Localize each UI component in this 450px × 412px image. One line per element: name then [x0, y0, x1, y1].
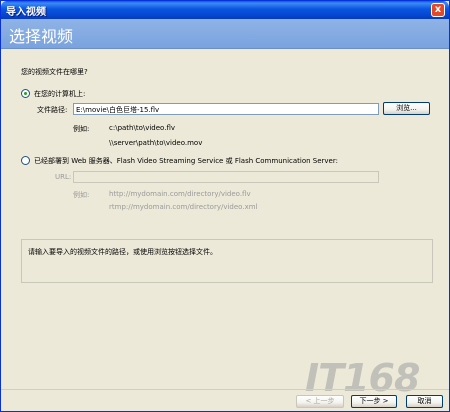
back-label: < 上一步	[305, 397, 335, 405]
page-title: 选择视频	[9, 27, 74, 46]
local-example-label: 例如:	[73, 125, 90, 133]
file-path-value: E:\movie\白色巨塔-15.flv	[76, 106, 160, 114]
info-message: 请输入要导入的视频文件的路径，或使用浏览按钮选择文件。	[28, 248, 217, 256]
next-label: 下一步 >	[359, 397, 389, 405]
title-bar[interactable]: 导入视频 x	[1, 1, 449, 19]
radio-local-computer[interactable]	[21, 89, 30, 98]
cancel-button[interactable]: 取消	[406, 395, 443, 408]
url-label: URL:	[55, 173, 72, 181]
local-example-2: \\server\path\to\video.mov	[109, 139, 203, 147]
watermark-logo: IT168	[305, 356, 420, 400]
window-title: 导入视频	[6, 7, 46, 18]
radio-web-label[interactable]: 已经部署到 Web 服务器、Flash Video Streaming Serv…	[34, 156, 338, 166]
web-example-2: rtmp://mydomain.com/directory/video.xml	[109, 203, 258, 211]
back-button[interactable]: < 上一步	[296, 395, 344, 408]
cancel-label: 取消	[417, 397, 432, 405]
file-path-label: 文件路径:	[37, 106, 68, 114]
location-question: 您的视频文件在哪里?	[21, 68, 88, 76]
file-path-input[interactable]: E:\movie\白色巨塔-15.flv	[73, 103, 379, 115]
radio-local-label[interactable]: 在您的计算机上:	[34, 89, 85, 99]
close-icon: x	[434, 4, 442, 15]
header-banner: 选择视频	[1, 19, 449, 49]
radio-web-server[interactable]	[21, 156, 30, 165]
browse-label: 浏览...	[396, 104, 417, 112]
browse-button[interactable]: 浏览...	[383, 102, 430, 115]
info-panel: 请输入要导入的视频文件的路径，或使用浏览按钮选择文件。	[21, 239, 433, 283]
close-button[interactable]: x	[431, 3, 445, 17]
next-button[interactable]: 下一步 >	[351, 395, 397, 408]
web-example-label: 例如:	[73, 191, 90, 199]
footer-divider	[1, 389, 449, 390]
import-video-dialog: 导入视频 x 选择视频 您的视频文件在哪里? 在您的计算机上: 文件路径: E:…	[0, 0, 450, 412]
local-example-1: c:\path\to\video.flv	[109, 124, 175, 132]
web-example-1: http://mydomain.com/directory/video.flv	[109, 190, 251, 198]
url-input[interactable]	[73, 171, 379, 183]
